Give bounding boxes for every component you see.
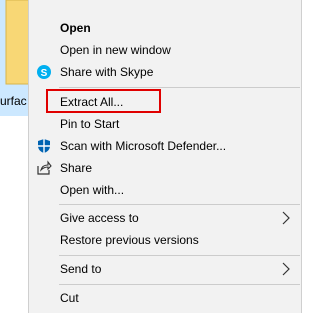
menu-item-send-to[interactable]: Send to xyxy=(30,258,300,280)
menu-item-pin-to-start[interactable]: Pin to Start xyxy=(30,113,300,135)
menu-item-scan-defender[interactable]: Scan with Microsoft Defender... xyxy=(30,135,300,157)
menu-item-label: Send to xyxy=(60,262,102,276)
menu-item-label: Scan with Microsoft Defender... xyxy=(60,139,227,153)
menu-item-label: Restore previous versions xyxy=(60,233,199,247)
menu-item-label: Share xyxy=(60,161,93,175)
menu-item-label: Share with Skype xyxy=(60,65,154,79)
svg-text:S: S xyxy=(41,68,48,79)
menu-item-restore-versions[interactable]: Restore previous versions xyxy=(30,229,300,251)
menu-item-label: Cut xyxy=(60,291,79,305)
menu-separator xyxy=(59,255,300,256)
menu-separator xyxy=(59,284,300,285)
menu-item-share-skype[interactable]: S Share with Skype xyxy=(30,61,300,83)
menu-item-label: Give access to xyxy=(60,211,139,225)
defender-shield-icon xyxy=(36,138,52,154)
skype-icon: S xyxy=(36,64,52,80)
extract-all-highlight-box xyxy=(46,89,161,113)
menu-item-open-with[interactable]: Open with... xyxy=(30,179,300,201)
menu-item-label: Open xyxy=(60,21,91,35)
menu-item-share[interactable]: Share xyxy=(30,157,300,179)
chevron-right-icon xyxy=(282,262,290,276)
share-icon xyxy=(36,160,52,176)
chevron-right-icon xyxy=(282,211,290,225)
menu-item-cut[interactable]: Cut xyxy=(30,287,300,309)
menu-item-give-access[interactable]: Give access to xyxy=(30,207,300,229)
menu-item-open[interactable]: Open xyxy=(30,17,300,39)
menu-separator xyxy=(59,87,300,88)
menu-separator xyxy=(59,204,300,205)
menu-item-label: Open with... xyxy=(60,183,125,197)
menu-item-label: Pin to Start xyxy=(60,117,120,131)
menu-item-open-new-window[interactable]: Open in new window xyxy=(30,39,300,61)
context-menu: Open Open in new window S Share with Sky… xyxy=(28,0,302,313)
menu-item-label: Open in new window xyxy=(60,43,171,57)
